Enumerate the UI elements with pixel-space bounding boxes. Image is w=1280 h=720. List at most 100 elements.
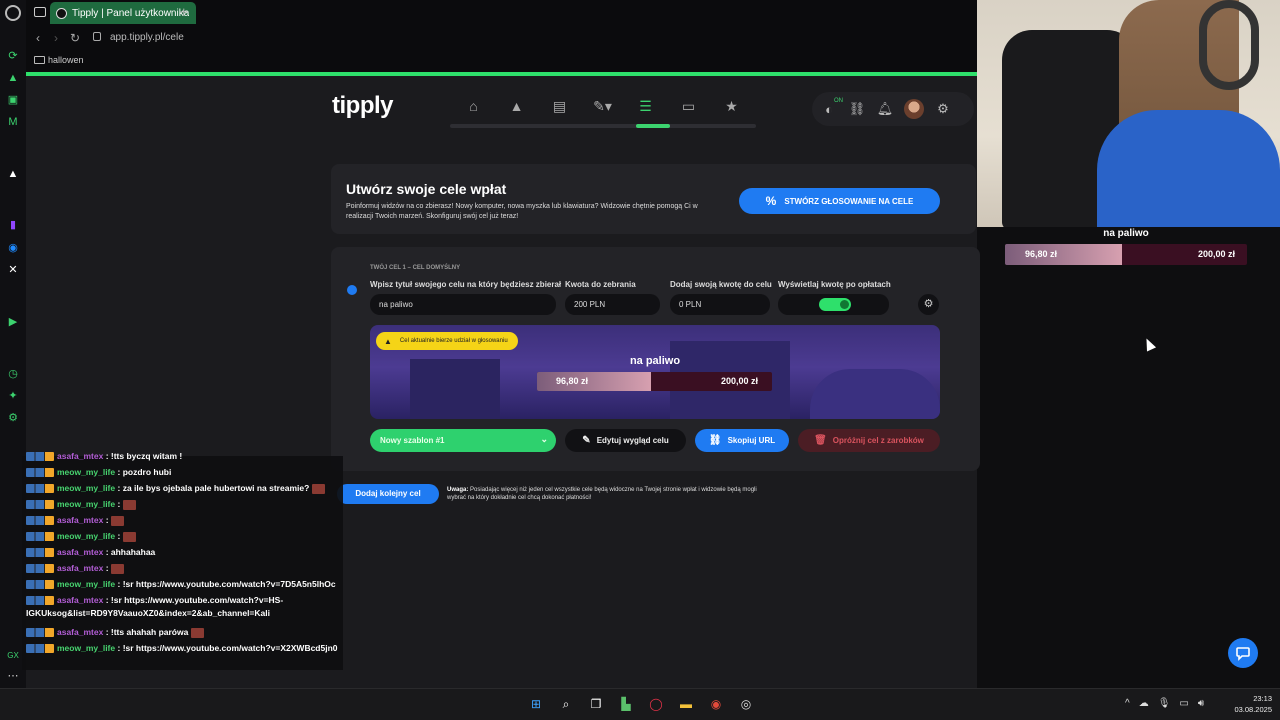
app-icon[interactable]: ▙ <box>616 694 636 714</box>
link-icon[interactable]: ⛓ <box>848 101 866 117</box>
clock[interactable]: 23:13 03.08.2025 <box>1224 693 1272 715</box>
template-select[interactable]: Nowy szablon #1 ⌄ <box>370 429 556 452</box>
clear-goal-button[interactable]: 🗑︎ Opróżnij cel z zarobków <box>798 429 940 452</box>
tipply-favicon-icon <box>56 7 67 19</box>
opera-logo-icon[interactable] <box>5 5 21 21</box>
chat-badges <box>26 500 54 510</box>
opera-gx-icon[interactable]: ◯ <box>646 694 666 714</box>
goal-radio[interactable] <box>347 285 357 295</box>
tab-tipply[interactable]: Tipply | Panel użytkownika <box>50 2 196 24</box>
chat-username[interactable]: asafa_mtex <box>57 563 103 573</box>
settings-icon[interactable]: ⚙ <box>7 412 19 424</box>
aria-icon[interactable]: ⟳ <box>7 50 19 62</box>
create-vote-button[interactable]: % STWÓRZ GŁOSOWANIE NA CELE <box>739 188 940 214</box>
avatar[interactable] <box>904 99 924 119</box>
tab-bar: Tipply | Panel użytkownika + <box>26 0 977 26</box>
chat-username[interactable]: asafa_mtex <box>57 595 103 605</box>
trash-icon: 🗑︎ <box>814 435 827 446</box>
speaker-icon[interactable]: 🔊︎ <box>1198 698 1204 709</box>
amount-input[interactable]: 200 PLN <box>565 294 660 315</box>
new-tab-button[interactable]: + <box>180 5 188 19</box>
forward-icon[interactable]: › <box>54 31 58 45</box>
folder-icon <box>34 56 45 64</box>
goal-settings-icon[interactable]: ⚙ <box>918 294 939 315</box>
chat-emote <box>311 483 325 494</box>
player-icon[interactable]: ▣ <box>7 94 19 106</box>
goals-icon[interactable]: ☰ <box>624 96 667 116</box>
x-icon[interactable]: ✕ <box>7 264 19 276</box>
chat-username[interactable]: asafa_mtex <box>57 547 103 557</box>
clock-date: 03.08.2025 <box>1234 705 1272 714</box>
chat-username[interactable]: meow_my_life <box>57 499 115 509</box>
preview-background <box>410 359 500 419</box>
file-explorer-icon[interactable]: ▬ <box>676 694 696 714</box>
box-icon[interactable]: ▤ <box>538 96 581 116</box>
play-icon[interactable]: ▶ <box>7 316 19 328</box>
chat-username[interactable]: meow_my_life <box>57 467 115 477</box>
reload-icon[interactable]: ↻ <box>70 31 80 45</box>
title-input[interactable]: na paliwo <box>370 294 556 315</box>
chat-message: asafa_mtex : !tts ahahah parówa <box>26 626 204 639</box>
extensions-icon[interactable]: ✦ <box>7 390 19 402</box>
tray-chevron-icon[interactable]: ^ <box>1125 698 1130 709</box>
nav-icons: ⌂ ▲ ▤ ✎▾ ☰ ▭ ★ <box>452 96 753 116</box>
inbox-icon[interactable]: ▲ <box>495 96 538 116</box>
arrow-icon[interactable]: ▲ <box>7 168 19 180</box>
back-icon[interactable]: ‹ <box>36 31 40 45</box>
show-after-fees-toggle[interactable] <box>819 298 851 311</box>
window-icon[interactable]: ▭ <box>667 96 710 116</box>
mic-icon[interactable]: 🎙︎ <box>1158 698 1171 709</box>
workspace-icon[interactable]: ▲ <box>7 72 19 84</box>
chat-text: : !sr https://www.youtube.com/watch?v=7D… <box>117 579 336 589</box>
chat-username[interactable]: asafa_mtex <box>57 627 103 637</box>
title-label: Wpisz tytuł swojego celu na który będzie… <box>370 280 562 289</box>
goal-card: TWÓJ CEL 1 – CEL DOMYŚLNY Wpisz tytuł sw… <box>331 247 980 471</box>
chat-username[interactable]: meow_my_life <box>57 531 115 541</box>
preview-background <box>810 369 940 419</box>
url-field[interactable]: app.tipply.pl/cele <box>110 32 184 43</box>
obs-icon[interactable]: ◎ <box>736 694 756 714</box>
edit-icon[interactable]: ✎▾ <box>581 96 624 116</box>
task-view-icon[interactable]: ❐ <box>586 694 606 714</box>
home-icon[interactable]: ⌂ <box>452 96 495 116</box>
own-amount-input[interactable]: 0 PLN <box>670 294 770 315</box>
messenger-icon[interactable]: ◉ <box>7 242 19 254</box>
overlay-current: 96,80 zł <box>1025 249 1058 259</box>
windows-start-icon[interactable]: ⊞ <box>526 694 546 714</box>
chat-text: : ahhahahaa <box>105 547 156 557</box>
brush-icon: ✎ <box>582 435 591 446</box>
gx-icon[interactable]: GX <box>7 650 19 662</box>
star-icon[interactable]: ★ <box>710 96 753 116</box>
gear-icon[interactable]: ⚙ <box>934 101 952 117</box>
copy-url-button[interactable]: ⛓ Skopiuj URL <box>695 429 789 452</box>
chat-username[interactable]: asafa_mtex <box>57 515 103 525</box>
more-icon[interactable]: ⋯ <box>7 670 19 682</box>
m-icon[interactable]: M <box>7 116 19 128</box>
chat-username[interactable]: asafa_mtex <box>57 451 103 461</box>
top-navigation: tipply ⌂ ▲ ▤ ✎▾ ☰ ▭ ★ ◐ ON ⛓ 🔔︎ ⚙ <box>26 80 977 136</box>
tipply-logo[interactable]: tipply <box>332 92 394 120</box>
bookmark-hallowen[interactable]: hallowen <box>48 55 84 65</box>
add-goal-button[interactable]: Dodaj kolejny cel <box>337 484 439 504</box>
tab-switcher-icon[interactable] <box>34 7 46 17</box>
voting-warning: ▲ Cel aktualnie bierze udział w głosowan… <box>376 332 518 350</box>
chat-username[interactable]: meow_my_life <box>57 579 115 589</box>
chat-username[interactable]: meow_my_life <box>57 643 115 653</box>
cloud-icon[interactable]: ☁ <box>1139 698 1149 709</box>
template-select-label: Nowy szablon #1 <box>380 436 445 445</box>
on-badge: ON <box>834 98 843 104</box>
search-icon[interactable]: ⌕ <box>556 694 576 714</box>
chrome-icon[interactable]: ◉ <box>706 694 726 714</box>
chat-text: : za ile bys ojebala pale hubertowi na s… <box>117 483 310 493</box>
chat-username[interactable]: meow_my_life <box>57 483 115 493</box>
help-chat-button[interactable] <box>1228 638 1258 668</box>
preview-progress-bar: 96,80 zł 200,00 zł <box>537 372 772 391</box>
bell-icon[interactable]: 🔔︎ <box>876 101 894 117</box>
edit-look-button[interactable]: ✎ Edytuj wygląd celu <box>565 429 686 452</box>
monitor-icon[interactable]: ▭ <box>1179 698 1188 709</box>
goal-header: TWÓJ CEL 1 – CEL DOMYŚLNY <box>370 265 461 271</box>
webcam-person <box>1097 110 1280 227</box>
twitch-icon[interactable]: ▮ <box>7 219 19 231</box>
history-icon[interactable]: ◷ <box>7 368 19 380</box>
chat-text: : !tts byczq witam ! <box>105 451 183 461</box>
